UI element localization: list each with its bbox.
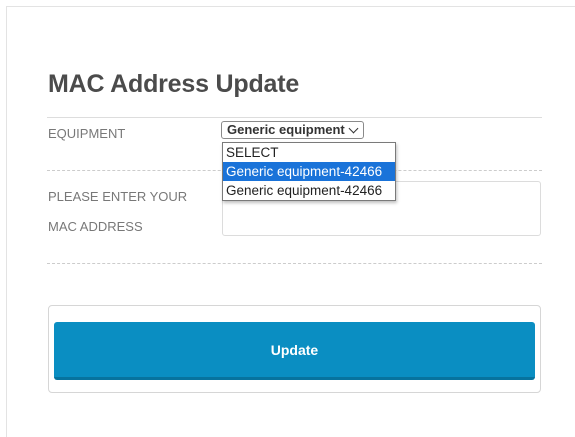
equipment-select-value: Generic equipment [227,122,345,137]
dropdown-option[interactable]: Generic equipment-42466 [223,181,395,200]
equipment-dropdown-list: SELECT Generic equipment-42466 Generic equ… [222,142,396,201]
page-title: MAC Address Update [48,70,300,98]
row-divider [47,263,542,264]
title-divider [47,117,542,118]
dropdown-option[interactable]: SELECT [223,143,395,162]
mac-label-line1: PLEASE ENTER YOUR [48,189,188,204]
dropdown-option[interactable]: Generic equipment-42466 [223,162,395,181]
button-container: Update [48,305,541,393]
equipment-label: EQUIPMENT [48,126,126,141]
update-button[interactable]: Update [54,322,535,380]
chevron-down-icon [348,123,359,133]
mac-label-line2: MAC ADDRESS [48,219,143,234]
page: MAC Address Update EQUIPMENT Generic equ… [0,0,575,437]
equipment-select[interactable]: Generic equipment [221,121,364,139]
